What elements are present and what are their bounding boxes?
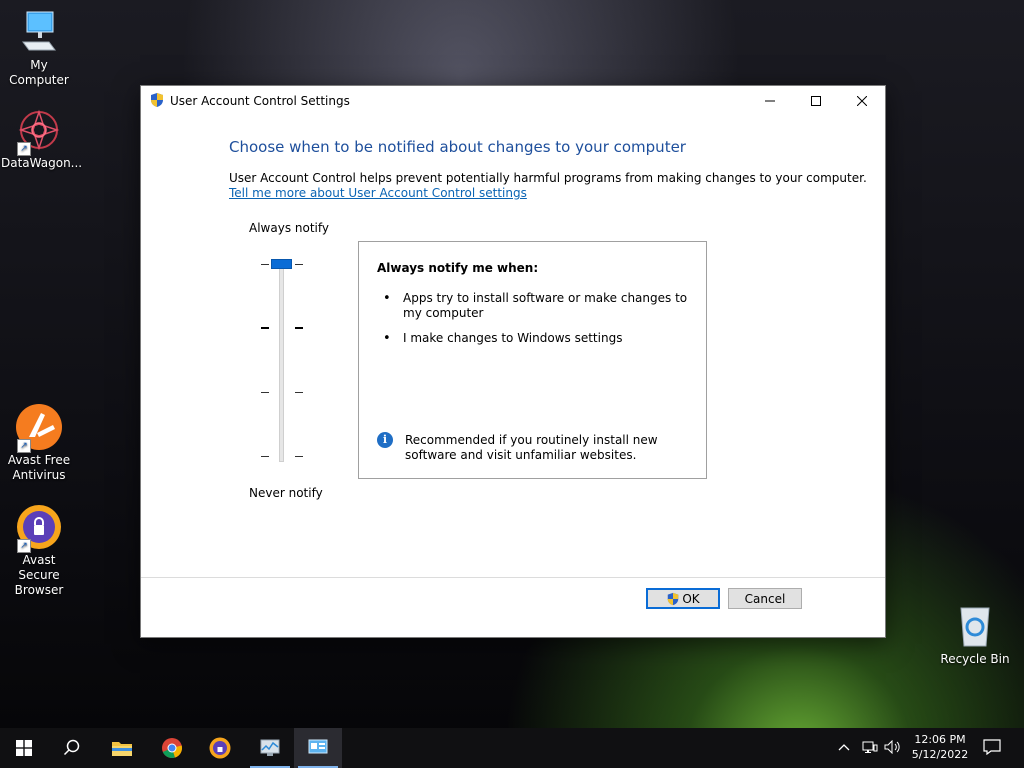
desktop-icon-label: Avast Secure Browser (14, 553, 64, 597)
slider-tick (295, 264, 303, 265)
uac-settings-icon (308, 739, 328, 754)
slider-tick (261, 327, 269, 329)
slider-tick (261, 264, 269, 265)
desktop-icon-label: Recycle Bin (940, 652, 1010, 666)
level-description-box: Always notify me when: Apps try to insta… (358, 241, 707, 479)
clock[interactable]: 12:06 PM 5/12/2022 (906, 732, 974, 762)
slider-tick (295, 327, 303, 329)
taskbar: 12:06 PM 5/12/2022 (0, 728, 1024, 768)
minimize-icon (765, 100, 775, 102)
avast-browser-icon (209, 737, 231, 759)
start-icon (16, 740, 32, 756)
performance-monitor-icon (260, 739, 280, 756)
list-item: Apps try to install software or make cha… (383, 291, 703, 321)
desktop-icon-my-computer[interactable]: My Computer (1, 8, 77, 88)
level-title: Always notify me when: (377, 261, 539, 275)
description-text: User Account Control helps prevent poten… (229, 171, 867, 185)
slider-tick (261, 456, 269, 457)
chrome-button[interactable] (148, 728, 196, 768)
desktop-icon-avast-browser[interactable]: ↗ Avast Secure Browser (1, 503, 77, 598)
avast-browser-icon: ↗ (15, 503, 63, 553)
shortcut-arrow-icon: ↗ (17, 142, 31, 156)
search-icon (63, 739, 80, 756)
chevron-up-icon (838, 744, 850, 751)
uac-shield-icon (668, 592, 679, 605)
desktop-icon-recycle-bin[interactable]: Recycle Bin (937, 602, 1013, 667)
notification-slider-thumb[interactable] (271, 259, 292, 269)
avast-browser-taskbar-button[interactable] (196, 728, 244, 768)
slider-tick (295, 392, 303, 393)
cancel-label: Cancel (744, 591, 786, 606)
window-title: User Account Control Settings (170, 94, 350, 108)
slider-top-label: Always notify (249, 221, 329, 235)
shortcut-arrow-icon: ↗ (17, 439, 31, 453)
close-button[interactable] (839, 86, 885, 116)
speaker-icon (884, 739, 900, 755)
search-button[interactable] (48, 728, 96, 768)
page-heading: Choose when to be notified about changes… (229, 138, 686, 156)
ok-button[interactable]: OK (646, 588, 720, 609)
recommendation-text: Recommended if you routinely install new… (405, 433, 658, 462)
desktop-icon-label: Avast Free Antivirus (7, 453, 71, 482)
desktop-icon-label: My Computer (9, 58, 69, 87)
close-icon (857, 96, 867, 106)
learn-more-link[interactable]: Tell me more about User Account Control … (229, 186, 527, 200)
minimize-button[interactable] (747, 86, 793, 116)
datawagon-icon: ↗ (15, 106, 63, 156)
shortcut-arrow-icon: ↗ (17, 539, 31, 553)
computer-icon (15, 8, 63, 56)
show-hidden-icons-button[interactable] (838, 741, 850, 756)
cancel-button[interactable]: Cancel (728, 588, 802, 609)
file-explorer-button[interactable] (98, 728, 146, 768)
action-center-button[interactable] (983, 739, 1001, 758)
title-bar[interactable]: User Account Control Settings (141, 86, 885, 116)
clock-time: 12:06 PM (914, 733, 966, 746)
slider-tick (261, 392, 269, 393)
info-icon: i (377, 432, 393, 448)
uac-settings-taskbar-button[interactable] (294, 728, 342, 768)
desktop-icon-datawagon[interactable]: ↗ DataWagon... (1, 106, 83, 171)
start-button[interactable] (0, 728, 48, 768)
maximize-icon (811, 96, 821, 106)
list-item: I make changes to Windows settings (383, 331, 703, 346)
recycle-bin-icon (951, 602, 999, 650)
volume-button[interactable] (884, 739, 902, 757)
network-button[interactable] (862, 740, 878, 757)
performance-monitor-button[interactable] (246, 728, 294, 768)
avast-antivirus-icon: ↗ (15, 403, 63, 453)
desktop-icon-avast-antivirus[interactable]: ↗ Avast Free Antivirus (1, 403, 77, 483)
notification-slider-track[interactable] (279, 260, 284, 462)
file-explorer-icon (112, 742, 132, 756)
slider-bottom-label: Never notify (249, 486, 323, 500)
ok-label: OK (682, 591, 700, 606)
desktop-icon-label: DataWagon... (1, 156, 83, 170)
uac-shield-icon (149, 92, 165, 111)
chrome-icon (162, 738, 183, 758)
notification-icon (983, 739, 1001, 756)
network-icon (862, 741, 878, 753)
slider-tick (295, 456, 303, 457)
button-bar: OK Cancel (141, 578, 885, 637)
clock-date: 5/12/2022 (911, 748, 969, 761)
maximize-button[interactable] (793, 86, 839, 116)
uac-settings-window: User Account Control Settings Choose whe… (140, 85, 886, 638)
